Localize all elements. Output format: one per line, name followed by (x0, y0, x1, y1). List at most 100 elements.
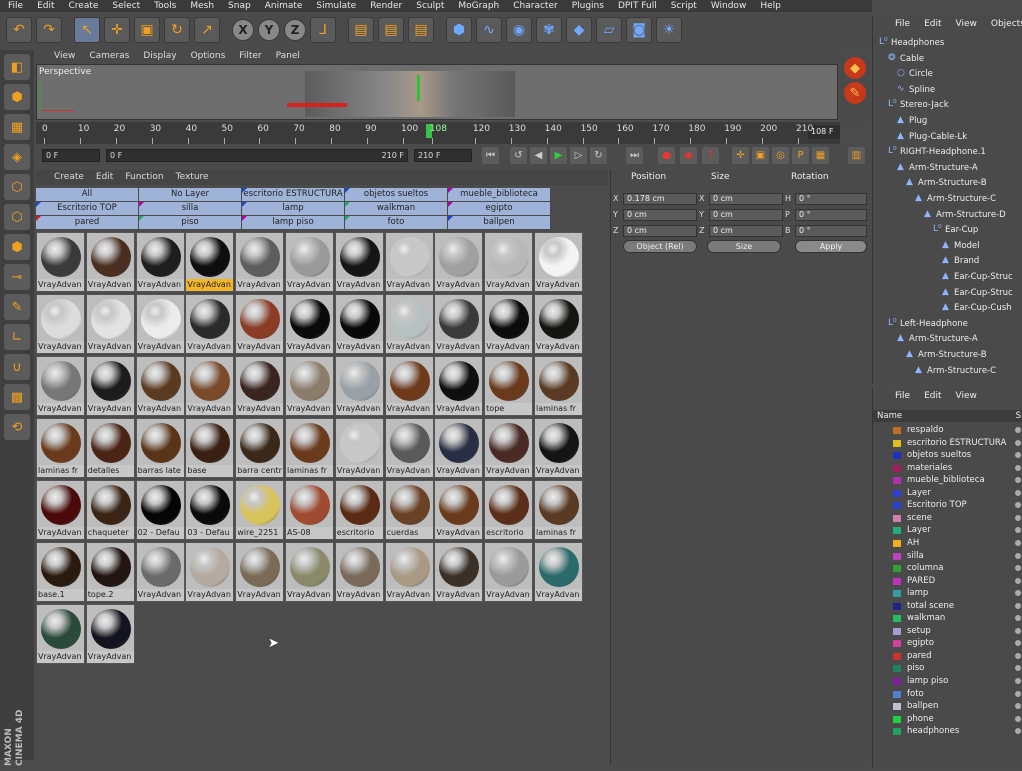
object-tree-item[interactable]: ▲ Model (942, 239, 980, 254)
layer-color-swatch[interactable] (893, 439, 901, 447)
layer-solo-toggle[interactable] (1015, 452, 1021, 459)
deformer-icon[interactable]: ◆ (566, 17, 592, 43)
material-thumbnail[interactable]: VrayAdvan (185, 294, 235, 354)
apply-button[interactable]: Apply (795, 240, 867, 253)
layer-row[interactable]: objetos sueltos (873, 449, 1022, 462)
layer-color-swatch[interactable] (893, 715, 901, 723)
spline-pen-icon[interactable]: ∿ (476, 17, 502, 43)
layer-row[interactable]: piso (873, 662, 1022, 675)
material-thumbnail[interactable]: VrayAdvan (484, 232, 534, 292)
layer-color-swatch[interactable] (893, 477, 901, 485)
layer-color-swatch[interactable] (893, 627, 901, 635)
previous-frame-icon[interactable]: ◀ (530, 147, 547, 164)
lock-workplane-icon[interactable]: ▩ (4, 384, 30, 410)
material-thumbnail[interactable]: barras late (135, 418, 185, 478)
size-field[interactable]: 0 cm (709, 209, 783, 221)
layer-color-swatch[interactable] (893, 539, 901, 547)
material-thumbnail[interactable]: VrayAdvan (85, 232, 135, 292)
record-keys-icon[interactable]: ● (658, 147, 675, 164)
object-tree-item[interactable]: ▲ Arm-Structure-D (924, 208, 1006, 223)
layer-filter-button[interactable]: pared (36, 216, 138, 229)
last-tool-icon[interactable]: ↗ (194, 17, 220, 43)
go-to-end-icon[interactable]: ⏭ (626, 147, 643, 164)
layer-row[interactable]: setup (873, 625, 1022, 638)
object-tree-item[interactable]: ▲ Arm-Structure-A (897, 332, 978, 347)
material-thumbnail[interactable]: VrayAdvan (334, 232, 384, 292)
material-thumbnail[interactable]: VrayAdvan (284, 294, 334, 354)
layer-filter-button[interactable]: foto (345, 216, 447, 229)
material-thumbnail[interactable]: chaqueter (85, 480, 135, 540)
layer-color-swatch[interactable] (893, 527, 901, 535)
layer-color-swatch[interactable] (893, 678, 901, 685)
end-frame-field[interactable]: 210 F (414, 149, 472, 162)
material-thumbnail[interactable]: VrayAdvan (235, 356, 285, 416)
camera-icon[interactable]: ◙ (626, 17, 652, 43)
material-thumbnail[interactable]: VrayAdvan (484, 294, 534, 354)
menu-edit[interactable]: Edit (37, 0, 54, 12)
y-axis-handle-icon[interactable] (417, 75, 420, 101)
menu-mesh[interactable]: Mesh (190, 0, 214, 12)
layer-solo-toggle[interactable] (1015, 703, 1021, 710)
layer-solo-toggle[interactable] (1015, 715, 1021, 722)
viewport[interactable]: Perspective (36, 64, 838, 120)
previous-key-icon[interactable]: ↺ (510, 147, 527, 164)
material-thumbnail[interactable]: VrayAdvan (36, 232, 85, 292)
layer-color-swatch[interactable] (893, 615, 901, 623)
menu-snap[interactable]: Snap (228, 0, 251, 12)
material-thumbnail[interactable]: VrayAdvan (185, 356, 235, 416)
menu-simulate[interactable]: Simulate (316, 0, 356, 12)
layer-menu-edit[interactable]: Edit (924, 388, 941, 404)
layer-solo-toggle[interactable] (1015, 552, 1021, 559)
layer-row[interactable]: foto (873, 688, 1022, 701)
object-menu-edit[interactable]: Edit (924, 16, 941, 32)
material-thumbnail[interactable]: VrayAdvan (533, 294, 583, 354)
size-field[interactable]: 0 cm (709, 225, 783, 237)
menu-tools[interactable]: Tools (154, 0, 176, 12)
material-thumbnail[interactable]: tope.2 (85, 542, 135, 602)
menu-character[interactable]: Character (513, 0, 557, 12)
layer-solo-toggle[interactable] (1015, 527, 1021, 534)
material-menu-edit[interactable]: Edit (96, 170, 113, 185)
material-thumbnail[interactable]: laminas fr (284, 418, 334, 478)
layer-filter-button[interactable]: objetos sueltos (345, 188, 447, 201)
material-thumbnail[interactable]: VrayAdvan (334, 542, 384, 602)
material-thumbnail[interactable]: VrayAdvan (36, 604, 85, 664)
layer-row[interactable]: columna (873, 562, 1022, 575)
layer-filter-button[interactable]: All (36, 188, 138, 201)
material-thumbnail[interactable]: VrayAdvan (384, 356, 434, 416)
floor-icon[interactable]: ▱ (596, 17, 622, 43)
layer-color-swatch[interactable] (893, 552, 901, 560)
viewport-menu-display[interactable]: Display (143, 48, 176, 64)
next-key-icon[interactable]: ↻ (590, 147, 607, 164)
edges-mode-icon[interactable]: ⬡ (4, 204, 30, 230)
material-thumbnail[interactable]: VrayAdvan (135, 294, 185, 354)
layer-color-swatch[interactable] (893, 577, 901, 585)
redo-icon[interactable]: ↷ (36, 17, 62, 43)
material-thumbnail[interactable]: VrayAdvan (434, 232, 484, 292)
enable-axis-icon[interactable]: ⊸ (4, 264, 30, 290)
layer-row[interactable]: headphones (873, 725, 1022, 738)
layer-row[interactable]: materiales (873, 462, 1022, 475)
model-mode-icon[interactable]: ⬢ (4, 84, 30, 110)
layer-color-swatch[interactable] (893, 652, 901, 660)
menu-render[interactable]: Render (370, 0, 402, 12)
viewport-menu-options[interactable]: Options (191, 48, 226, 64)
layer-color-swatch[interactable] (893, 452, 901, 460)
viewport-menu-panel[interactable]: Panel (276, 48, 300, 64)
object-tree-item[interactable]: ▲ Arm-Structure-C (915, 192, 996, 207)
layer-solo-toggle[interactable] (1015, 652, 1021, 659)
layer-filter-button[interactable]: piso (139, 216, 241, 229)
layer-filter-button[interactable]: ballpen (448, 216, 550, 229)
nurbs-icon[interactable]: ◉ (506, 17, 532, 43)
layer-row[interactable]: ballpen (873, 700, 1022, 713)
layer-filter-button[interactable]: escritorio ESTRUCTURA (242, 188, 344, 201)
snap-icon[interactable]: ∟ (4, 324, 30, 350)
layer-row[interactable]: silla (873, 550, 1022, 563)
material-thumbnail[interactable]: base.1 (36, 542, 85, 602)
layer-color-swatch[interactable] (893, 489, 901, 497)
menu-plugins[interactable]: Plugins (572, 0, 604, 12)
texture-mode-icon[interactable]: ▦ (4, 114, 30, 140)
menu-dpit-full[interactable]: DPIT Full (618, 0, 657, 12)
size-field[interactable]: 0 cm (709, 193, 783, 205)
layer-color-swatch[interactable] (893, 427, 901, 434)
